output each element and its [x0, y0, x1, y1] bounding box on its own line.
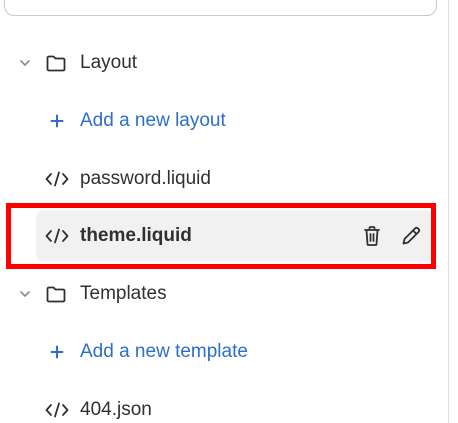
folder-templates-label: Templates [80, 283, 167, 304]
code-icon [45, 402, 69, 418]
plus-icon [50, 114, 64, 128]
panel-divider [448, 0, 449, 423]
file-item[interactable]: password.liquid [0, 157, 440, 201]
highlight-annotation-box [6, 203, 436, 269]
file-label: 404.json [80, 399, 152, 420]
code-icon [45, 171, 69, 187]
add-layout-button[interactable]: Add a new layout [0, 99, 440, 143]
folder-templates[interactable]: Templates [0, 272, 440, 316]
add-template-label: Add a new template [80, 341, 248, 362]
plus-icon [50, 345, 64, 359]
search-input[interactable] [4, 0, 437, 16]
add-layout-label: Add a new layout [80, 110, 226, 131]
file-item[interactable]: 404.json [0, 388, 440, 423]
file-tree-panel: Layout Add a new layout password.liquid … [0, 0, 458, 423]
folder-layout-label: Layout [80, 52, 138, 73]
folder-icon [46, 285, 68, 303]
file-label: password.liquid [80, 168, 211, 189]
add-template-button[interactable]: Add a new template [0, 330, 440, 374]
chevron-down-icon[interactable] [17, 286, 33, 302]
folder-icon [46, 54, 68, 72]
chevron-down-icon[interactable] [17, 55, 33, 71]
folder-layout[interactable]: Layout [0, 41, 440, 85]
